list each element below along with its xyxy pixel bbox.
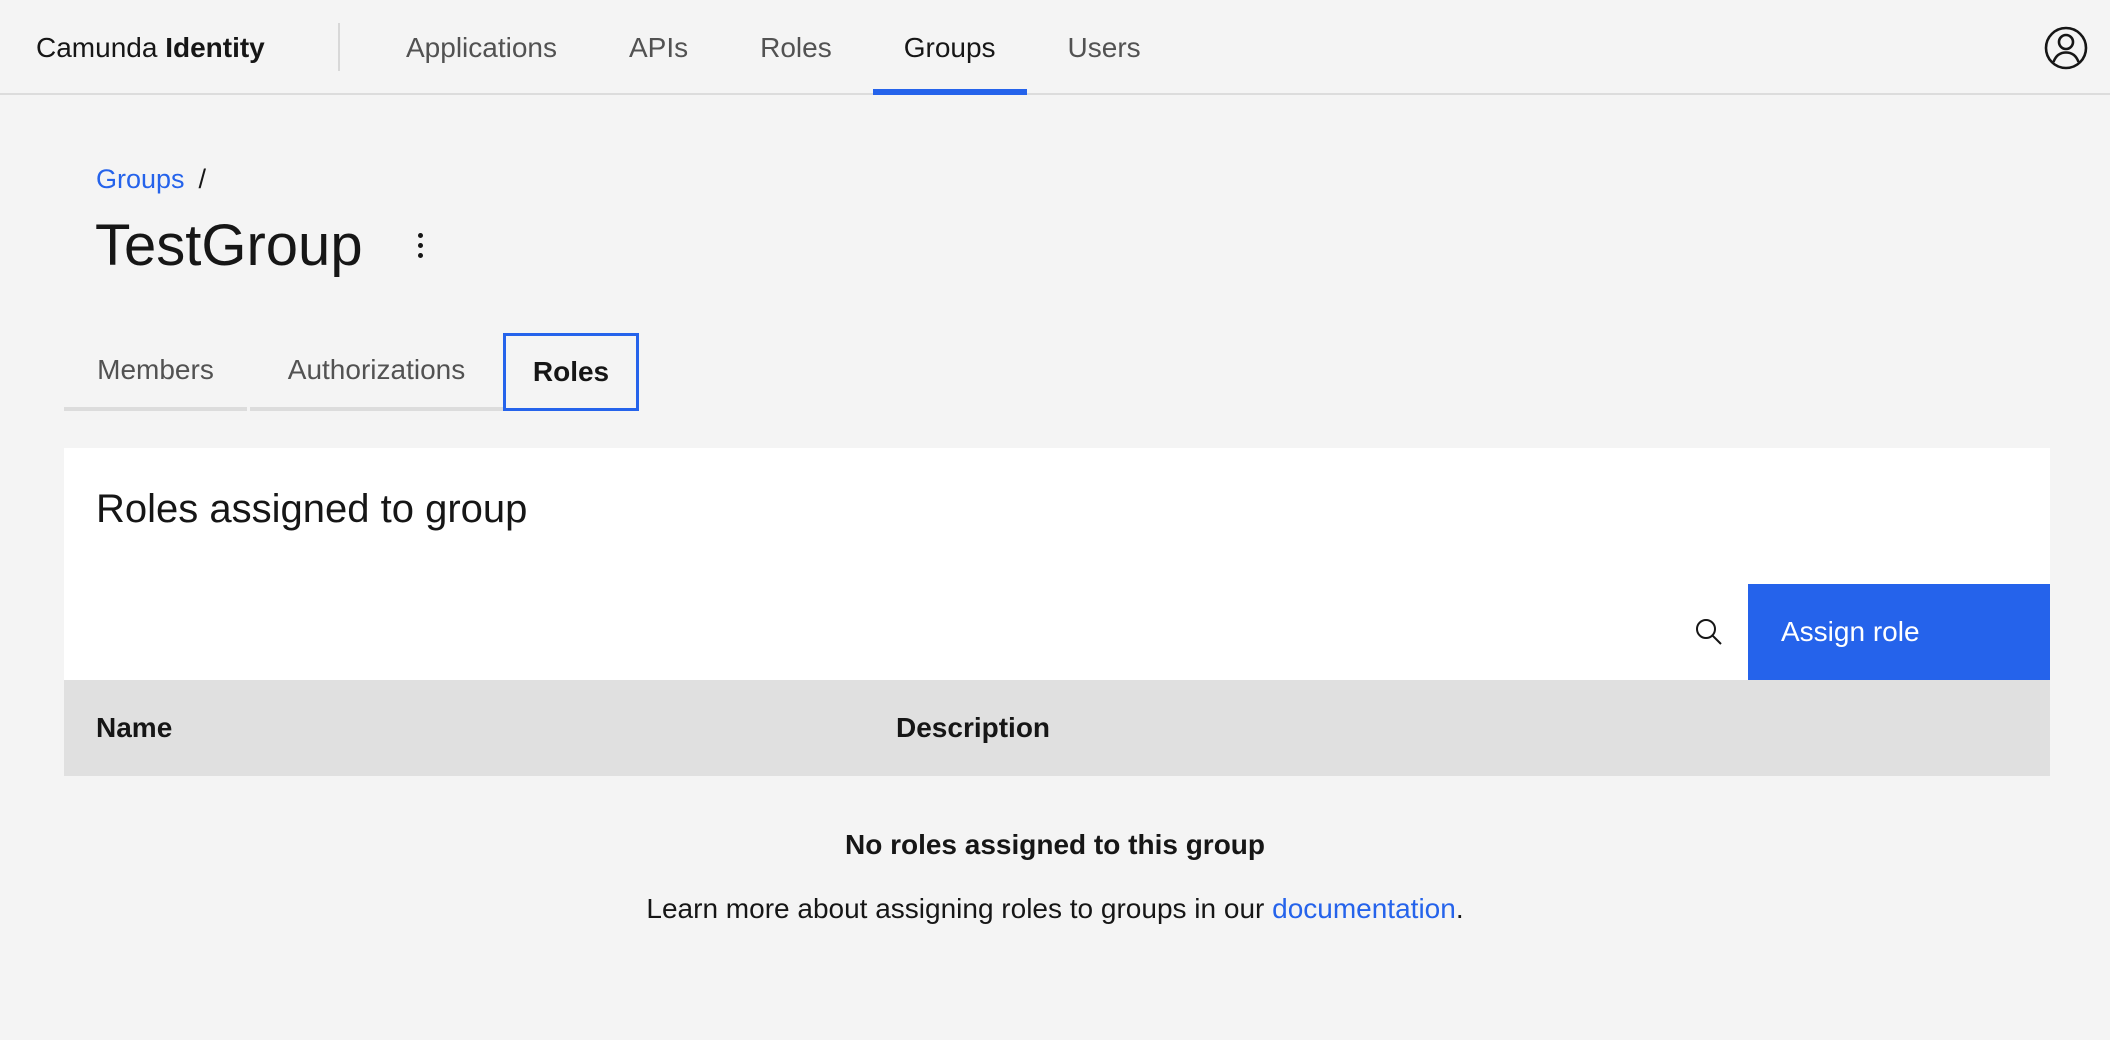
column-header-name[interactable]: Name [96,680,172,776]
nav-item-users[interactable]: Users [1032,0,1177,95]
search-icon[interactable] [1664,584,1754,680]
nav-item-roles[interactable]: Roles [724,0,868,95]
header-divider [338,23,340,71]
column-header-description[interactable]: Description [896,680,1050,776]
overflow-menu-vertical-icon[interactable] [402,222,438,268]
tab-members[interactable]: Members [64,333,247,411]
breadcrumb-link-groups[interactable]: Groups [96,164,185,194]
breadcrumb-separator: / [198,164,207,194]
empty-state-text: Learn more about assigning roles to grou… [0,890,2110,928]
empty-state-text-before: Learn more about assigning roles to grou… [646,893,1273,924]
brand-product: Identity [165,32,265,63]
nav-item-applications[interactable]: Applications [370,0,593,95]
tab-roles[interactable]: Roles [503,333,639,411]
user-avatar-icon[interactable] [2042,24,2090,72]
nav-item-groups[interactable]: Groups [868,0,1032,95]
app-brand[interactable]: Camunda Identity [36,28,265,68]
roles-card: Roles assigned to group Assign role [64,448,2050,680]
page-title: TestGroup [95,213,363,278]
main-nav: Applications APIs Roles Groups Users [370,0,1177,95]
empty-state-text-after: . [1455,893,1464,924]
nav-item-apis[interactable]: APIs [593,0,724,95]
breadcrumb: Groups / [96,160,206,198]
table-header: Name Description [64,680,2050,776]
empty-state-title: No roles assigned to this group [844,829,1266,860]
group-tabs: Members Authorizations Roles [64,333,639,411]
assign-role-button[interactable]: Assign role [1748,584,2050,680]
brand-name: Camunda [36,32,158,63]
documentation-link[interactable]: documentation [1272,893,1456,924]
top-header: Camunda Identity Applications APIs Roles… [0,0,2110,95]
tab-authorizations[interactable]: Authorizations [250,333,503,411]
card-title: Roles assigned to group [96,487,528,531]
